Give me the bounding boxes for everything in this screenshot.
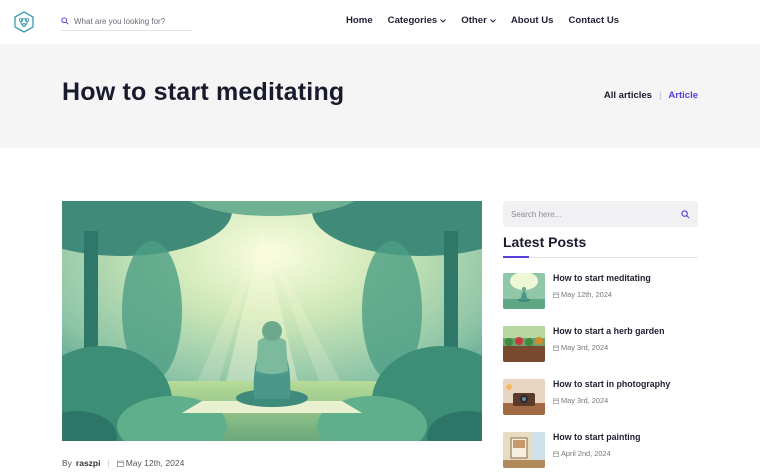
latest-post-item[interactable]: How to start painting April 2nd, 2024 <box>503 432 703 470</box>
site-header: Home Categories Other About Us Contact U… <box>0 0 760 44</box>
author-link[interactable]: raszpi <box>76 458 101 468</box>
nav-home[interactable]: Home <box>346 15 373 26</box>
nav-about-label: About Us <box>510 15 554 26</box>
post-date: April 2nd, 2024 <box>553 449 640 458</box>
breadcrumb-separator: | <box>658 90 662 101</box>
post-body: How to start in photography May 3rd, 202… <box>553 379 670 417</box>
article-meta: By raszpi | May 12th, 2024 <box>62 458 184 468</box>
post-date-text: May 3rd, 2024 <box>561 343 609 352</box>
calendar-icon <box>553 345 559 351</box>
nav-contact-label: Contact Us <box>568 15 620 26</box>
heading-accent <box>503 256 529 258</box>
breadcrumb-current[interactable]: Article <box>668 90 698 101</box>
nav-other-label: Other <box>461 15 487 26</box>
post-body: How to start a herb garden May 3rd, 2024 <box>553 326 664 364</box>
post-body: How to start painting April 2nd, 2024 <box>553 432 640 470</box>
post-title[interactable]: How to start a herb garden <box>553 326 664 336</box>
sidebar-search <box>503 201 698 227</box>
calendar-icon <box>553 451 559 457</box>
post-date: May 12th, 2024 <box>553 290 651 299</box>
post-thumbnail[interactable] <box>503 379 545 415</box>
nav-about[interactable]: About Us <box>511 15 554 26</box>
calendar-icon <box>553 398 559 404</box>
article-date: May 12th, 2024 <box>116 458 185 468</box>
nav-contact[interactable]: Contact Us <box>568 15 619 26</box>
calendar-icon <box>553 292 559 298</box>
search-icon[interactable] <box>61 17 69 25</box>
latest-post-item[interactable]: How to start meditating May 12th, 2024 <box>503 273 703 311</box>
chevron-down-icon <box>489 18 496 23</box>
breadcrumb: All articles | Article <box>604 90 698 101</box>
nav-other[interactable]: Other <box>461 15 496 26</box>
post-date: May 3rd, 2024 <box>553 396 670 405</box>
page-title: How to start meditating <box>62 78 345 106</box>
nav-categories-label: Categories <box>387 15 438 26</box>
article-hero-image <box>62 201 482 441</box>
chevron-down-icon <box>440 18 447 23</box>
latest-post-item[interactable]: How to start a herb garden May 3rd, 2024 <box>503 326 703 364</box>
post-thumbnail[interactable] <box>503 432 545 468</box>
latest-posts-heading: Latest Posts <box>503 234 587 250</box>
title-band: How to start meditating All articles | A… <box>0 44 760 148</box>
search-icon[interactable] <box>681 209 690 219</box>
article-date-text: May 12th, 2024 <box>125 458 185 468</box>
nav-home-label: Home <box>346 15 373 26</box>
post-date: May 3rd, 2024 <box>553 343 664 352</box>
breadcrumb-all-articles[interactable]: All articles <box>604 90 652 101</box>
post-date-text: May 12th, 2024 <box>561 290 612 299</box>
calendar-icon <box>116 460 124 467</box>
by-label: By <box>62 458 72 468</box>
post-title[interactable]: How to start meditating <box>553 273 651 283</box>
meta-separator: | <box>107 458 110 468</box>
main-nav: Home Categories Other About Us Contact U… <box>346 15 634 26</box>
logo-icon[interactable] <box>13 11 35 33</box>
post-thumbnail[interactable] <box>503 273 545 309</box>
sidebar-search-input[interactable] <box>511 209 661 219</box>
post-title[interactable]: How to start painting <box>553 432 640 442</box>
header-search <box>61 12 192 31</box>
post-thumbnail[interactable] <box>503 326 545 362</box>
post-date-text: May 3rd, 2024 <box>561 396 609 405</box>
post-body: How to start meditating May 12th, 2024 <box>553 273 651 311</box>
post-date-text: April 2nd, 2024 <box>561 449 611 458</box>
header-search-input[interactable] <box>74 16 184 26</box>
divider <box>503 257 698 258</box>
latest-post-item[interactable]: How to start in photography May 3rd, 202… <box>503 379 703 417</box>
nav-categories[interactable]: Categories <box>388 15 447 26</box>
post-title[interactable]: How to start in photography <box>553 379 670 389</box>
